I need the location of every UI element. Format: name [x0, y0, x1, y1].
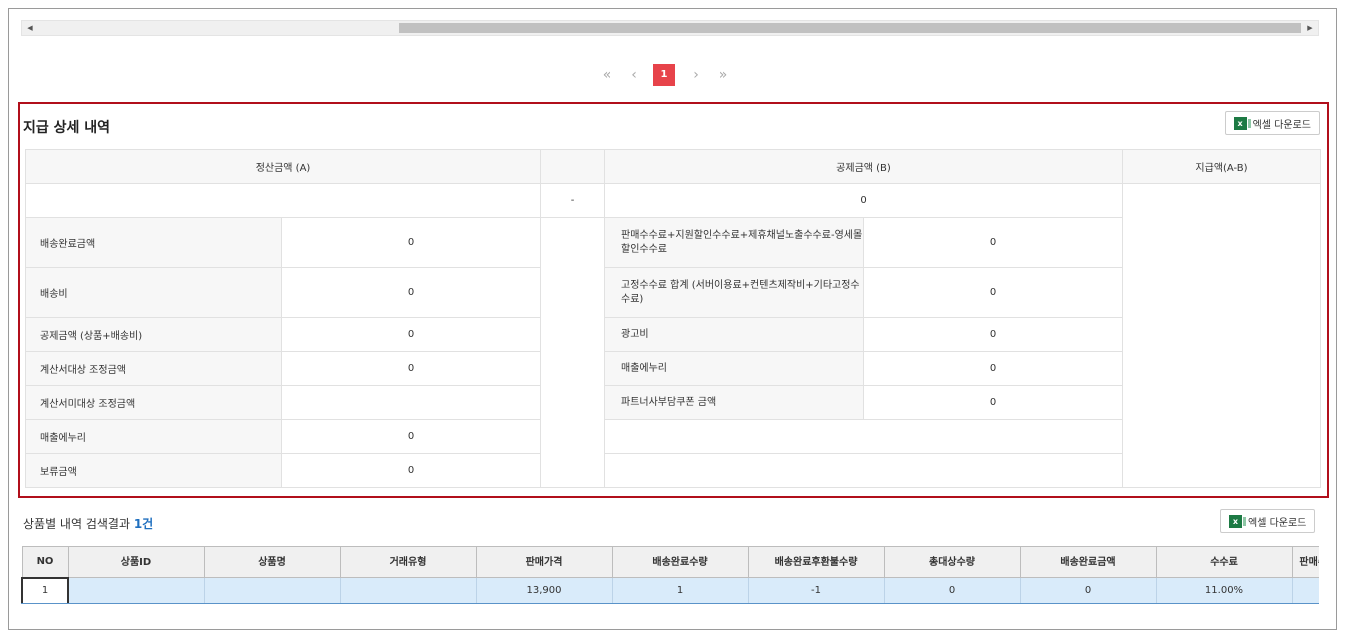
row-cell[interactable]: 1 [611, 577, 749, 604]
deduction-value: 0 [863, 385, 1123, 420]
row-cell[interactable] [203, 577, 341, 604]
detail-value: 0 [281, 419, 541, 454]
settlement-header: 정산금액 (A) [25, 149, 541, 184]
deduction-total: 0 [604, 183, 1123, 218]
column-header[interactable]: NO [21, 546, 69, 578]
deduction-label: 광고비 [604, 317, 864, 352]
deduction-label: 고정수수료 합계 (서버이용료+컨텐츠제작비+기타고정수수료) [604, 267, 864, 318]
detail-value: 0 [281, 267, 541, 318]
deduction-label: 매출에누리 [604, 351, 864, 386]
detail-value [281, 385, 541, 420]
payment-detail-table: 정산금액 (A) 공제금액 (B) 지급액(A-B) - 0 배송완료금액 0 … [25, 149, 1321, 488]
settlement-total [25, 183, 541, 218]
deduction-value: 0 [863, 217, 1123, 268]
separator-cell: - [540, 183, 605, 218]
column-header[interactable]: 배송완료수량 [611, 546, 749, 578]
detail-value: 0 [281, 217, 541, 268]
empty-cell [604, 419, 1123, 454]
row-cell[interactable]: 1 [21, 576, 69, 604]
list-caption: 상품별 내역 검색결과 1건 [23, 515, 153, 532]
row-cell[interactable] [1291, 577, 1319, 604]
product-list-grid[interactable]: NO 상품ID 상품명 거래유형 판매가격 배송완료수량 배송완료후환불수량 총… [21, 546, 1319, 604]
column-header[interactable]: 판매가격 [475, 546, 613, 578]
list-excel-download-button[interactable]: x 엑셀 다운로드 [1220, 509, 1316, 533]
excel-download-label: 엑셀 다운로드 [1252, 119, 1311, 131]
detail-label: 배송비 [25, 267, 282, 318]
table-row[interactable]: 1 13,900 1 -1 0 0 11.00% [21, 576, 1319, 604]
detail-label: 계산서대상 조정금액 [25, 351, 282, 386]
empty-cell [604, 453, 1123, 488]
payment-header: 지급액(A-B) [1122, 149, 1321, 184]
scroll-left-arrow-icon[interactable]: ◀ [22, 21, 38, 35]
column-header[interactable]: 수수료 [1155, 546, 1293, 578]
row-cell[interactable] [67, 577, 205, 604]
first-page-button[interactable]: « [596, 64, 618, 86]
last-page-button[interactable]: » [712, 64, 734, 86]
horizontal-scrollbar[interactable]: ◀ ▶ [21, 20, 1319, 36]
row-cell[interactable] [339, 577, 477, 604]
detail-label: 공제금액 (상품+배송비) [25, 317, 282, 352]
detail-value: 0 [281, 351, 541, 386]
column-header[interactable]: 총대상수량 [883, 546, 1021, 578]
scroll-right-arrow-icon[interactable]: ▶ [1302, 21, 1318, 35]
excel-icon: x [1233, 116, 1251, 130]
detail-value: 0 [281, 317, 541, 352]
payment-detail-section: 지급 상세 내역 x 엑셀 다운로드 정산금액 (A) 공제금액 (B) 지급액… [18, 102, 1329, 498]
column-header[interactable]: 상품ID [67, 546, 205, 578]
deduction-value: 0 [863, 351, 1123, 386]
deduction-label: 파트너사부담쿠폰 금액 [604, 385, 864, 420]
column-header[interactable]: 판매수료+ [1291, 546, 1319, 578]
row-cell[interactable]: 13,900 [475, 577, 613, 604]
excel-icon: x [1229, 514, 1246, 528]
deduction-header: 공제금액 (B) [604, 149, 1123, 184]
row-cell[interactable]: 0 [1019, 577, 1157, 604]
excel-download-label: 엑셀 다운로드 [1248, 517, 1307, 529]
prev-page-button[interactable]: ‹ [623, 64, 645, 86]
result-count: 1건 [133, 517, 154, 531]
detail-label: 보류금액 [25, 453, 282, 488]
detail-value: 0 [281, 453, 541, 488]
column-header[interactable]: 배송완료후환불수량 [747, 546, 885, 578]
detail-label: 배송완료금액 [25, 217, 282, 268]
current-page-button[interactable]: 1 [653, 64, 675, 86]
deduction-value: 0 [863, 267, 1123, 318]
column-header[interactable]: 거래유형 [339, 546, 477, 578]
scrollbar-thumb[interactable] [399, 23, 1301, 33]
pagination: « ‹ 1 › » [596, 64, 739, 86]
column-header[interactable]: 배송완료금액 [1019, 546, 1157, 578]
detail-label: 계산서미대상 조정금액 [25, 385, 282, 420]
next-page-button[interactable]: › [685, 64, 707, 86]
separator-header [540, 149, 605, 184]
detail-label: 매출에누리 [25, 419, 282, 454]
separator-column [540, 217, 605, 488]
list-caption-text: 상품별 내역 검색결과 [23, 517, 130, 531]
deduction-value: 0 [863, 317, 1123, 352]
row-cell[interactable]: 11.00% [1155, 577, 1293, 604]
column-header[interactable]: 상품명 [203, 546, 341, 578]
row-cell[interactable]: -1 [747, 577, 885, 604]
deduction-label: 판매수수료+지원할인수수료+제휴채널노출수수료-영세몰할인수수료 [604, 217, 864, 268]
payment-total [1122, 183, 1321, 488]
row-cell[interactable]: 0 [883, 577, 1021, 604]
product-list-table: NO 상품ID 상품명 거래유형 판매가격 배송완료수량 배송완료후환불수량 총… [21, 546, 1319, 604]
section-title: 지급 상세 내역 [23, 120, 111, 136]
excel-download-button[interactable]: x 엑셀 다운로드 [1224, 111, 1320, 135]
